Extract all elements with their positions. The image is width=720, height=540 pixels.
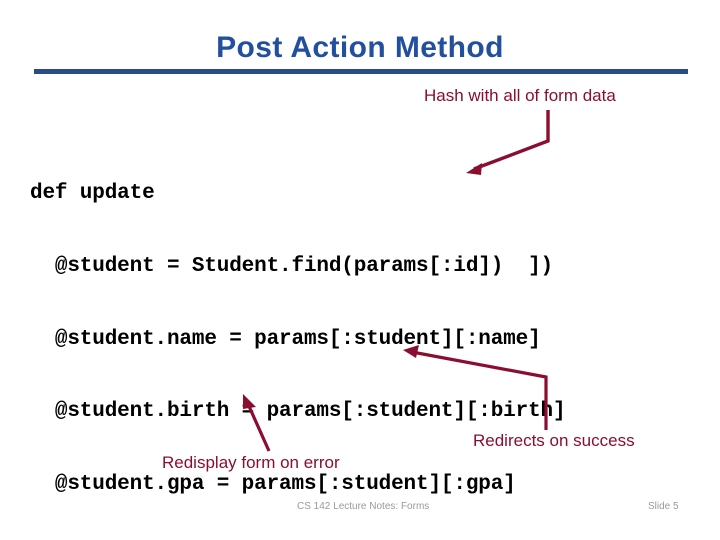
title-divider (34, 69, 688, 74)
annotation-label-redisplay: Redisplay form on error (162, 453, 340, 472)
footer-course-label: CS 142 Lecture Notes: Forms (297, 501, 430, 512)
code-line: @student.gpa = params[:student][:gpa] (30, 472, 516, 496)
footer-slide-number: Slide 5 (648, 501, 679, 512)
code-line: @student = Student.find(params[:id]) ]) (30, 255, 553, 278)
code-line: @student.name = params[:student][:name] (30, 327, 541, 351)
slide-canvas: Post Action Method def update @student =… (0, 0, 720, 540)
code-line: def update (30, 182, 155, 206)
code-block: def update @student = Student.find(param… (30, 134, 566, 540)
page-title: Post Action Method (216, 31, 504, 64)
annotation-label-hash: Hash with all of form data (424, 86, 616, 105)
annotation-label-redirects: Redirects on success (473, 431, 635, 450)
code-line: @student.birth = params[:student][:birth… (30, 400, 566, 424)
